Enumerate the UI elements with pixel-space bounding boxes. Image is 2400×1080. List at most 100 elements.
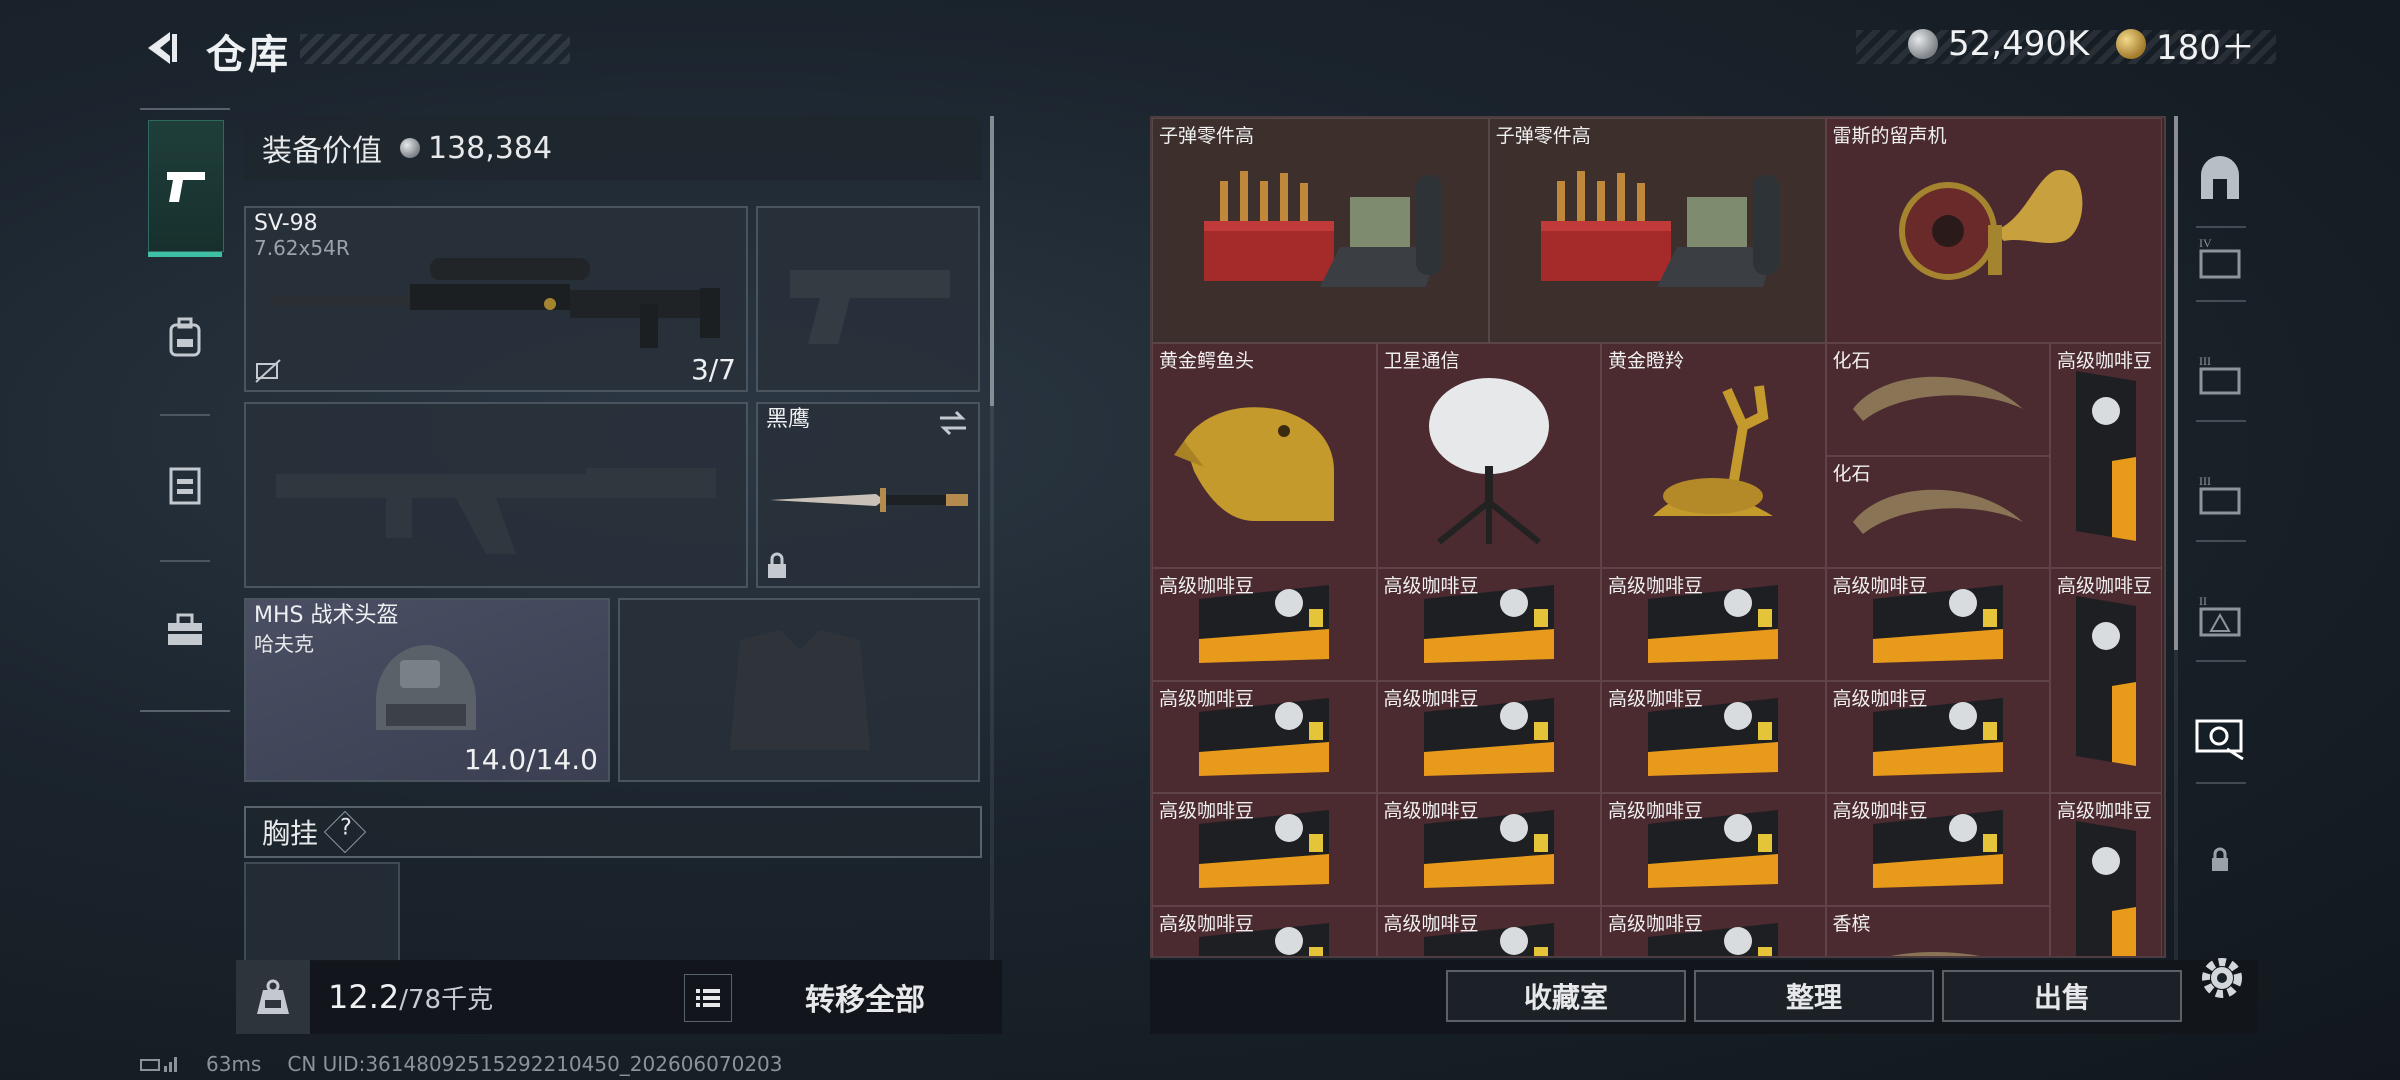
fossil-icon [1852, 489, 2023, 534]
stash-item-label: 高级咖啡豆 [1159, 800, 1255, 822]
back-button[interactable] [140, 26, 184, 70]
max-weight: /78千克 [399, 985, 494, 1015]
tab-vest[interactable] [148, 420, 222, 550]
stash-item[interactable]: 高级咖啡豆 [2050, 568, 2163, 793]
stash-item[interactable]: 化石 [1825, 455, 2050, 568]
stash-item[interactable]: 香槟 [1825, 905, 2050, 956]
side-divider [2196, 420, 2246, 422]
pistol-icon [167, 172, 205, 202]
stash-level-3-icon: III [2199, 474, 2241, 515]
vest-icon [169, 467, 201, 505]
svg-text:III: III [2199, 354, 2211, 368]
stash-item[interactable]: 高级咖啡豆 [1601, 568, 1826, 681]
stash-item[interactable]: 高级咖啡豆 [1376, 905, 1601, 956]
coffee-tall-icon [2076, 820, 2137, 956]
stash-item[interactable]: 高级咖啡豆 [1152, 568, 1377, 681]
chest-rig-slot[interactable] [244, 862, 400, 962]
left-scrollbar-thumb[interactable] [990, 116, 994, 406]
ammo-icon [1204, 170, 1443, 287]
stash-level-4-icon: IV [2199, 236, 2241, 279]
stash-item[interactable]: 化石 [1825, 343, 2050, 456]
svg-text:II: II [2199, 594, 2207, 608]
secondary-weapon-slot[interactable] [244, 402, 748, 588]
stash-item-label: 高级咖啡豆 [1832, 575, 1928, 597]
help-icon[interactable]: ? [323, 810, 367, 854]
svg-text:IV: IV [2199, 236, 2212, 250]
collection-room-button[interactable]: 收藏室 [1446, 970, 1686, 1022]
sniper-rifle-image [270, 258, 720, 348]
sidebar-bottom-divider [140, 710, 230, 712]
stash-item[interactable]: 高级咖啡豆 [1825, 568, 2050, 681]
stash-item[interactable]: 高级咖啡豆 [1601, 793, 1826, 906]
sell-button[interactable]: 出售 [1942, 970, 2182, 1022]
stash-item[interactable]: 子弹零件高 [1152, 118, 1489, 343]
gold-currency[interactable]: 180＋ [2116, 22, 2255, 68]
stash-item[interactable]: 高级咖啡豆 [1376, 568, 1601, 681]
stash-item[interactable]: 高级咖啡豆 [1825, 793, 2050, 906]
title-decoration [300, 34, 570, 64]
active-tab-indicator [148, 252, 222, 257]
stash-item[interactable]: 高级咖啡豆 [1152, 905, 1377, 956]
stash-scrollbar-thumb[interactable] [2174, 116, 2178, 650]
primary-weapon-slot[interactable]: SV-98 7.62x54R 3/7 [244, 206, 748, 392]
tab-weapons[interactable] [148, 120, 224, 252]
tab-stash-2[interactable]: II [2190, 586, 2250, 646]
stash-item[interactable]: 高级咖啡豆 [1825, 680, 2050, 793]
stash-item-label: 高级咖啡豆 [1159, 912, 1255, 935]
sidebar-top-divider [140, 108, 230, 110]
coffee-tall-item-image [2051, 569, 2161, 792]
helmet-slot[interactable]: MHS 战术头盔 哈夫克 14.0/14.0 [244, 598, 610, 782]
user-uid: CN UID:36148092515292210450_202606070203 [287, 1052, 783, 1076]
stash-item[interactable]: 黄金鳄鱼头 [1152, 343, 1377, 568]
stash-item[interactable]: 高级咖啡豆 [1152, 793, 1377, 906]
stash-item[interactable]: 高级咖啡豆 [1152, 680, 1377, 793]
stash-grid[interactable]: 子弹零件高 子弹零件高 雷斯的留声机 黄金鳄鱼头 卫星通信 黄金瞪羚 化石 化石 高级咖啡豆 高级… [1150, 116, 2166, 958]
stash-item[interactable]: 高级咖啡豆 [1601, 905, 1826, 956]
organize-button[interactable]: 整理 [1694, 970, 1934, 1022]
stash-item-label: 高级咖啡豆 [1832, 800, 1928, 822]
rifle-silhouette-icon [276, 468, 716, 554]
no-attachment-icon [255, 359, 281, 383]
stash-item[interactable]: 高级咖啡豆 [1376, 793, 1601, 906]
swap-icon[interactable] [936, 408, 970, 438]
side-divider [2196, 782, 2246, 784]
help-mark: ? [340, 815, 352, 841]
current-weight: 12.2 [328, 978, 400, 1016]
tab-backpack[interactable] [148, 272, 222, 402]
stash-item[interactable]: 子弹零件高 [1488, 118, 1826, 343]
fossil-icon [1852, 376, 2023, 422]
pistol-silhouette-icon [790, 270, 950, 344]
stash-level-1-icon [2195, 719, 2244, 761]
locked-stash-slot[interactable] [2190, 830, 2250, 890]
settings-button[interactable] [2196, 952, 2248, 1004]
tab-safe-room[interactable] [2190, 148, 2250, 208]
equipment-value-label: 装备价值 [262, 134, 382, 169]
tab-divider [160, 560, 210, 562]
stash-item[interactable]: 雷斯的留声机 [1825, 118, 2163, 343]
status-bar: 63ms CN UID:36148092515292210450_2026060… [140, 1052, 783, 1076]
stash-item[interactable]: 黄金瞪羚 [1601, 343, 1826, 568]
tab-case[interactable] [148, 566, 222, 696]
tab-stash-1[interactable] [2190, 708, 2250, 768]
side-divider [2196, 300, 2246, 302]
armor-silhouette-icon [730, 630, 870, 750]
silver-coin-icon [1908, 29, 1938, 59]
tab-divider [160, 414, 210, 416]
stash-item-label: 子弹零件高 [1159, 125, 1255, 147]
transfer-all-button[interactable]: 转移全部 [750, 960, 980, 1034]
stash-item[interactable]: 高级咖啡豆 [2050, 343, 2163, 568]
list-view-button[interactable] [684, 974, 732, 1022]
stash-item[interactable]: 高级咖啡豆 [1601, 680, 1826, 793]
stash-item-label: 雷斯的留声机 [1832, 125, 1947, 147]
stash-item[interactable]: 高级咖啡豆 [2050, 793, 2163, 956]
armor-slot[interactable] [618, 598, 980, 782]
stash-item[interactable]: 卫星通信 [1376, 343, 1601, 568]
tab-stash-3a[interactable]: III [2190, 346, 2250, 406]
back-arrow-icon [148, 32, 177, 64]
gazelle-icon [1653, 384, 1774, 516]
tab-stash-3b[interactable]: III [2190, 466, 2250, 526]
tab-stash-4[interactable]: IV [2190, 228, 2250, 288]
stash-item[interactable]: 高级咖啡豆 [1376, 680, 1601, 793]
pistol-slot[interactable] [756, 206, 980, 392]
melee-slot[interactable]: 黑鹰 [756, 402, 980, 588]
